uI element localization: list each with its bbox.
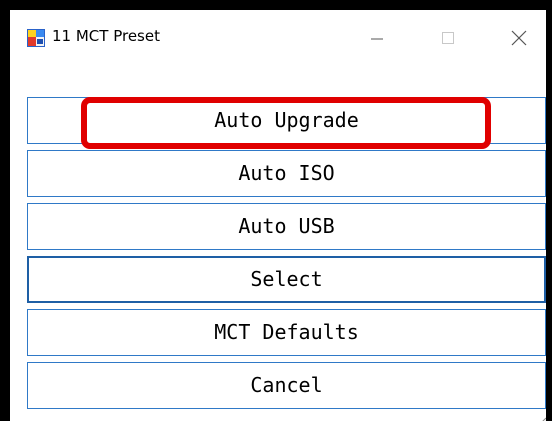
auto-iso-button[interactable]: Auto ISO [27,150,546,197]
minimize-button[interactable] [357,20,397,56]
cancel-button[interactable]: Cancel [27,362,546,409]
auto-usb-button[interactable]: Auto USB [27,203,546,250]
screenshot-frame: 11 MCT Preset Auto Upgrade Auto ISO Auto… [0,0,552,421]
auto-upgrade-button[interactable]: Auto Upgrade [27,97,546,144]
maximize-button[interactable] [428,20,468,56]
window-title: 11 MCT Preset [52,27,160,45]
select-button[interactable]: Select [27,256,546,303]
app-window-icon [27,29,45,47]
title-bar[interactable]: 11 MCT Preset [10,10,546,66]
mct-defaults-button[interactable]: MCT Defaults [27,309,546,356]
resize-grip-icon[interactable] [539,412,546,421]
dialog-window: 11 MCT Preset Auto Upgrade Auto ISO Auto… [10,10,546,421]
close-button[interactable] [499,20,539,56]
